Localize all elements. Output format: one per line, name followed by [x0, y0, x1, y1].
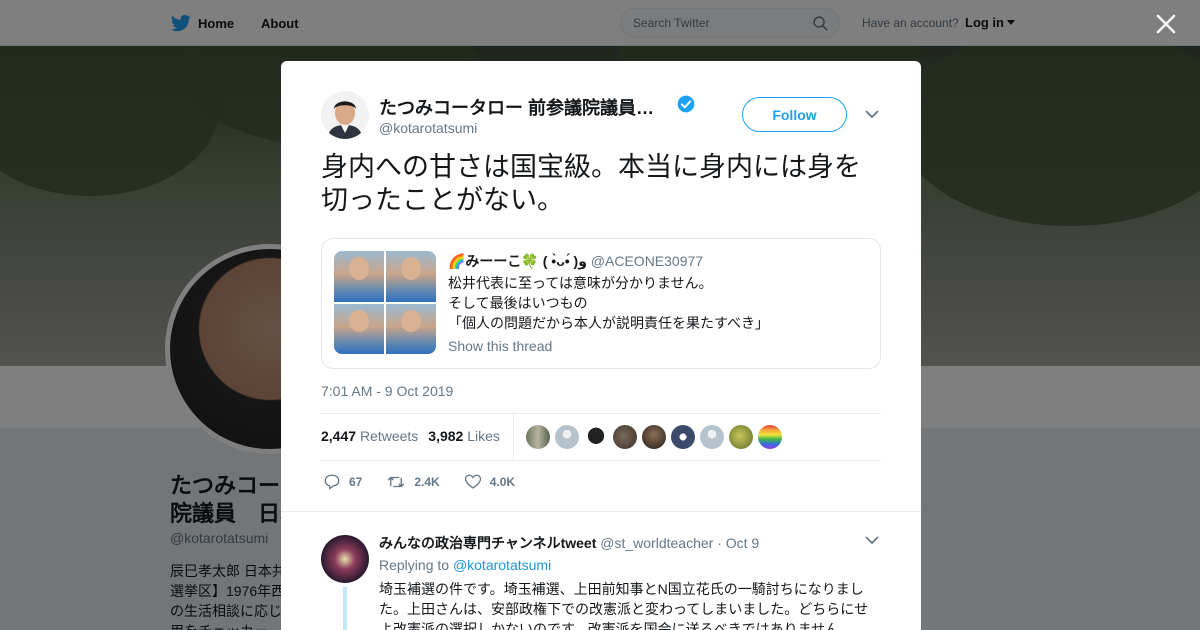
reply-date[interactable]: · Oct 9 [717, 535, 759, 551]
verified-badge-icon [677, 95, 695, 113]
liker-avatar[interactable] [584, 425, 608, 449]
quoted-author-handle: @ACEONE30977 [590, 253, 704, 269]
quoted-text-line: 松井代表に至っては意味が分かりません。 [448, 275, 713, 291]
chevron-down-icon[interactable] [865, 109, 879, 119]
divider [281, 511, 921, 521]
liker-avatar[interactable] [729, 425, 753, 449]
tweet-actions: 67 2.4K 4.0K [323, 473, 515, 491]
quoted-tweet-header: 🌈みーーこ🍀 ( •̀ᴗ•́ )و @ACEONE30977 [448, 251, 703, 271]
liker-avatar[interactable] [555, 425, 579, 449]
author-handle[interactable]: @kotarotatsumi [379, 120, 477, 136]
replying-to: Replying to @kotarotatsumi [379, 557, 551, 573]
liker-avatar[interactable] [700, 425, 724, 449]
tweet-stats: 2,447 Retweets 3,982 Likes [321, 428, 500, 444]
follow-button[interactable]: Follow [742, 97, 847, 132]
likes-stat[interactable]: 3,982 Likes [428, 428, 500, 444]
retweets-stat[interactable]: 2,447 Retweets [321, 428, 418, 444]
liker-avatars [526, 425, 782, 449]
retweets-label: Retweets [359, 428, 419, 444]
replying-to-link[interactable]: @kotarotatsumi [453, 557, 551, 573]
divider [321, 460, 881, 461]
avatar-portrait-icon [321, 91, 369, 139]
media-thumbnail [334, 251, 384, 302]
replying-prefix: Replying to [379, 557, 450, 573]
reply-header: みんなの政治専門チャンネルtweet @st_worldteacher · Oc… [379, 533, 759, 553]
divider [321, 413, 881, 414]
retweets-count: 2,447 [321, 428, 357, 444]
tweet-modal: たつみコータロー 前参議院議員… @kotarotatsumi Follow 身… [281, 61, 921, 630]
chevron-down-icon[interactable] [865, 535, 879, 545]
reply-author-name[interactable]: みんなの政治専門チャンネルtweet [379, 535, 596, 551]
tweet-timestamp[interactable]: 7:01 AM - 9 Oct 2019 [321, 383, 453, 399]
author-avatar[interactable] [321, 91, 369, 139]
retweet-button[interactable]: 2.4K [386, 473, 440, 491]
reply-icon [324, 474, 340, 490]
media-thumbnail [386, 251, 436, 302]
liker-avatar[interactable] [671, 425, 695, 449]
author-name[interactable]: たつみコータロー 前参議院議員… [379, 94, 654, 120]
reply-text: 埼玉補選の件です。埼玉補選、上田前知事とN国立花氏の一騎討ちになりました。上田さ… [379, 581, 869, 630]
close-icon[interactable] [1155, 13, 1177, 35]
reply-author-handle[interactable]: @st_worldteacher [600, 535, 713, 551]
thread-connector-line [343, 587, 347, 630]
likes-count: 3,982 [428, 428, 464, 444]
retweet-icon [388, 476, 405, 488]
quoted-text-line: 「個人の問題だから本人が説明責任を果たすべき」 [448, 315, 770, 331]
reply-author-avatar[interactable] [321, 535, 369, 583]
reply-button[interactable]: 67 [323, 473, 362, 491]
liker-avatar[interactable] [526, 425, 550, 449]
quoted-author-name: 🌈みーーこ🍀 ( •̀ᴗ•́ )و [448, 253, 587, 269]
divider [513, 414, 514, 461]
liker-avatar[interactable] [758, 425, 782, 449]
retweet-count: 2.4K [414, 475, 440, 489]
likes-label: Likes [467, 428, 500, 444]
like-button[interactable]: 4.0K [464, 473, 515, 491]
quoted-tweet[interactable]: 🌈みーーこ🍀 ( •̀ᴗ•́ )و @ACEONE30977 松井代表に至っては… [321, 238, 881, 369]
liker-avatar[interactable] [642, 425, 666, 449]
tweet-text: 身内への甘さは国宝級。本当に身内には身を 切ったことがない。 [321, 151, 881, 217]
tweet-text-line: 切ったことがない。 [321, 185, 564, 215]
like-count: 4.0K [489, 475, 516, 489]
reply-count: 67 [349, 475, 363, 489]
media-thumbnail [334, 303, 384, 354]
show-thread-link[interactable]: Show this thread [448, 338, 552, 354]
tweet-text-line: 身内への甘さは国宝級。本当に身内には身を [321, 152, 861, 182]
liker-avatar[interactable] [613, 425, 637, 449]
quoted-tweet-media[interactable] [334, 251, 436, 354]
quoted-tweet-text: 松井代表に至っては意味が分かりません。 そして最後はいつもの 「個人の問題だから… [448, 273, 769, 333]
quoted-text-line: そして最後はいつもの [448, 295, 588, 311]
heart-icon [464, 474, 481, 489]
media-thumbnail [386, 303, 436, 354]
